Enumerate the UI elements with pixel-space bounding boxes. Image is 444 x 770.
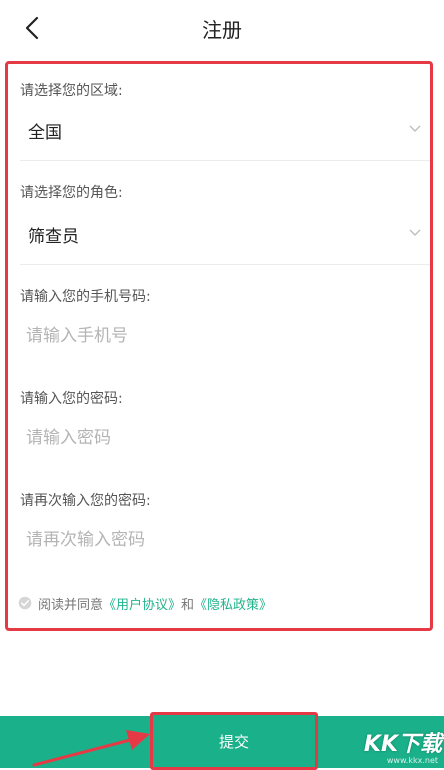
agreement-prefix: 阅读并同意	[38, 597, 104, 613]
page-title: 注册	[202, 18, 242, 42]
region-value: 全国	[28, 123, 62, 143]
password-label: 请输入您的密码:	[20, 391, 123, 407]
phone-input[interactable]	[22, 319, 410, 353]
region-select[interactable]: 全国	[8, 108, 430, 152]
chevron-down-icon	[408, 122, 422, 136]
confirm-password-label: 请再次输入您的密码:	[20, 493, 151, 509]
role-label: 请选择您的角色:	[20, 185, 123, 201]
divider	[20, 264, 430, 265]
check-circle-icon	[18, 596, 32, 610]
watermark-logo: KK下载 www.kkx.net	[363, 726, 442, 765]
privacy-policy-link[interactable]: 《隐私政策》	[194, 594, 272, 613]
password-input[interactable]	[22, 421, 410, 455]
role-select[interactable]: 筛查员	[8, 212, 430, 256]
arrow-annotation-icon	[32, 730, 150, 767]
region-label: 请选择您的区域:	[20, 83, 123, 99]
agreement-checkbox[interactable]	[18, 596, 32, 610]
divider	[20, 160, 430, 161]
phone-label: 请输入您的手机号码:	[20, 289, 151, 305]
submit-button[interactable]: 提交	[150, 712, 318, 770]
agreement-row: 阅读并同意 《用户协议》 和 《隐私政策》	[18, 592, 272, 614]
header: 注册	[0, 0, 444, 56]
chevron-down-icon	[408, 226, 422, 240]
user-agreement-link[interactable]: 《用户协议》	[103, 594, 181, 613]
confirm-password-input[interactable]	[22, 523, 410, 557]
watermark-text: KK下载	[363, 732, 442, 757]
role-value: 筛查员	[28, 227, 79, 247]
agreement-and: 和	[181, 597, 195, 613]
watermark-url: www.kkx.net	[386, 756, 438, 765]
registration-form: 请选择您的区域: 全国 请选择您的角色: 筛查员 请输入您的手机号码: 请输入您…	[5, 61, 433, 631]
